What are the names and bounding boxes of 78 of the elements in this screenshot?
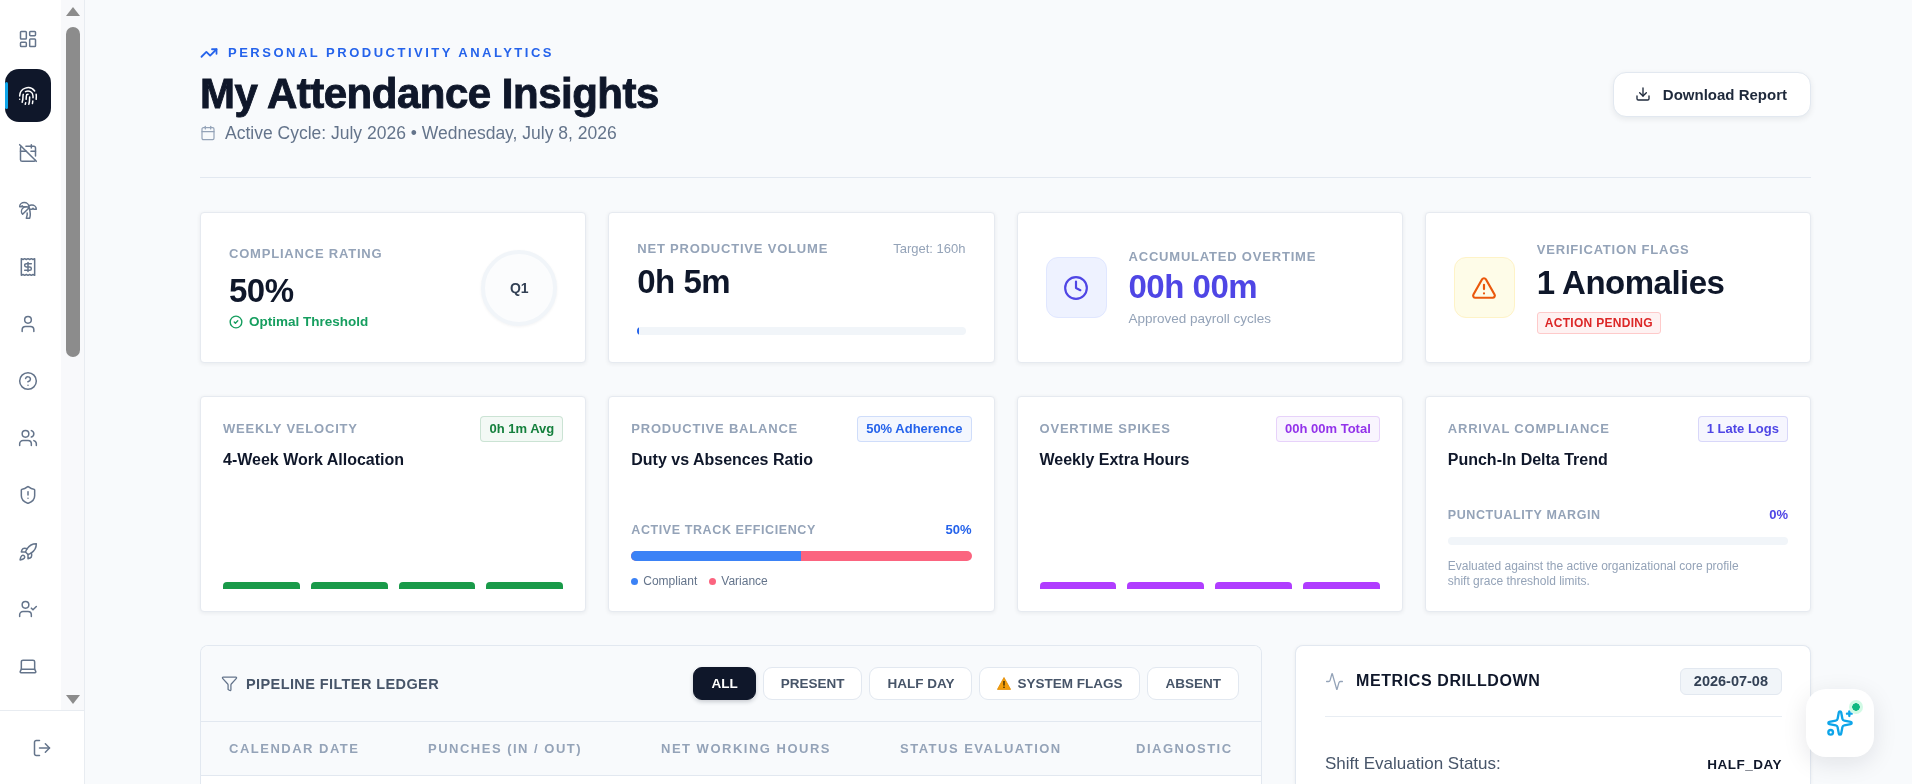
warning-icon xyxy=(997,677,1012,690)
fingerprint-icon xyxy=(18,85,38,106)
summary-badge: 0h 1m Avg xyxy=(480,416,564,442)
meter-reading: 0% xyxy=(1769,507,1788,523)
stat-value: 1 Anomalies xyxy=(1536,264,1725,301)
filter-tab[interactable]: HALF DAY xyxy=(869,667,973,700)
filter-tab[interactable]: ALL xyxy=(693,667,756,700)
check-circle-icon xyxy=(229,314,243,329)
status-text: Optimal Threshold xyxy=(249,313,369,330)
scroll-down-icon[interactable] xyxy=(66,695,80,704)
column-header: DIAGNOSTIC xyxy=(1136,741,1233,756)
date-chip: 2026-07-08 xyxy=(1679,667,1782,695)
summary-badge: 50% Adherence xyxy=(857,416,972,442)
pulse-icon xyxy=(1325,671,1344,691)
cycle-subtitle: Active Cycle: July 2026 • Wednesday, July 8, 2026 xyxy=(225,122,617,144)
panel-title: METRICS DRILLDOWN xyxy=(1356,672,1541,690)
card-label: ACCUMULATED OVERTIME xyxy=(1128,248,1317,265)
card-label: NET PRODUCTIVE VOLUME xyxy=(637,240,829,257)
user-check-icon xyxy=(18,598,38,619)
filter-tab[interactable]: PRESENT xyxy=(762,667,863,700)
card-title: Duty vs Absences Ratio xyxy=(631,450,814,470)
dashboard-icon xyxy=(18,28,38,49)
download-button[interactable]: Download Report xyxy=(1612,71,1811,117)
meter-label: ACTIVE TRACK EFFICIENCY xyxy=(631,522,816,538)
stat-value: 0h 5m xyxy=(637,263,731,300)
card-label: VERIFICATION FLAGS xyxy=(1536,241,1690,258)
column-header: NET WORKING HOURS xyxy=(661,741,832,756)
card-label: COMPLIANCE RATING xyxy=(229,245,383,262)
filter-icon xyxy=(221,675,238,692)
clock-icon xyxy=(1045,257,1107,318)
card-title: 4-Week Work Allocation xyxy=(223,450,406,470)
card-label: OVERTIME SPIKES xyxy=(1039,421,1171,437)
filter-tab[interactable]: SYSTEM FLAGS xyxy=(979,667,1141,700)
metric-label: Shift Evaluation Status: xyxy=(1325,753,1501,775)
metric-value: HALF_DAY xyxy=(1707,756,1782,772)
eyebrow-text: PERSONAL PRODUCTIVITY ANALYTICS xyxy=(228,45,554,61)
card-label: ARRIVAL COMPLIANCE xyxy=(1447,421,1610,437)
users-icon xyxy=(18,427,38,448)
meter-reading: 50% xyxy=(945,522,972,538)
logout-icon xyxy=(32,737,52,758)
legend-label: Compliant xyxy=(643,573,698,589)
logout-button[interactable] xyxy=(32,737,52,758)
calendar-icon xyxy=(200,125,216,141)
assistant-button[interactable] xyxy=(1806,689,1874,757)
stat-value: 00h 00m xyxy=(1128,268,1258,305)
receipt-icon xyxy=(18,256,38,277)
scrollbar-thumb[interactable] xyxy=(66,27,80,357)
filter-tab[interactable]: ABSENT xyxy=(1147,667,1239,700)
nav-item[interactable] xyxy=(5,69,51,122)
status-badge: ACTION PENDING xyxy=(1536,311,1661,334)
card-note: Evaluated against the active organizational core profile shift grace threshold limits. xyxy=(1447,559,1740,589)
rocket-icon xyxy=(18,541,38,562)
column-header: STATUS EVALUATION xyxy=(900,741,1063,756)
panel-title: PIPELINE FILTER LEDGER xyxy=(246,675,440,692)
sparkles-icon xyxy=(1826,709,1854,737)
quarter-ring: Q1 xyxy=(481,249,558,326)
stat-value: 50% xyxy=(229,272,294,309)
card-label: PRODUCTIVE BALANCE xyxy=(631,421,799,437)
question-circle-icon xyxy=(18,370,38,391)
column-header: PUNCHES (IN / OUT) xyxy=(428,741,584,756)
user-icon xyxy=(18,313,38,334)
legend-label: Variance xyxy=(721,573,768,589)
scroll-up-icon[interactable] xyxy=(66,7,80,16)
column-header: CALENDAR DATE xyxy=(229,741,361,756)
target-text: Target: 160h xyxy=(893,240,966,257)
summary-badge: 1 Late Logs xyxy=(1697,416,1788,442)
card-label: WEEKLY VELOCITY xyxy=(223,421,358,437)
summary-badge: 00h 00m Total xyxy=(1276,416,1380,442)
warning-icon xyxy=(1453,257,1515,318)
palm-tree-icon xyxy=(18,199,38,220)
page-title: My Attendance Insights xyxy=(200,70,659,117)
meter-label: PUNCTUALITY MARGIN xyxy=(1447,507,1601,523)
download-icon xyxy=(1634,86,1651,102)
shield-alert-icon xyxy=(18,484,38,505)
calendar-slash-icon xyxy=(18,142,38,163)
card-note: Approved payroll cycles xyxy=(1128,310,1272,327)
card-title: Weekly Extra Hours xyxy=(1039,450,1191,470)
card-title: Punch-In Delta Trend xyxy=(1447,450,1609,470)
